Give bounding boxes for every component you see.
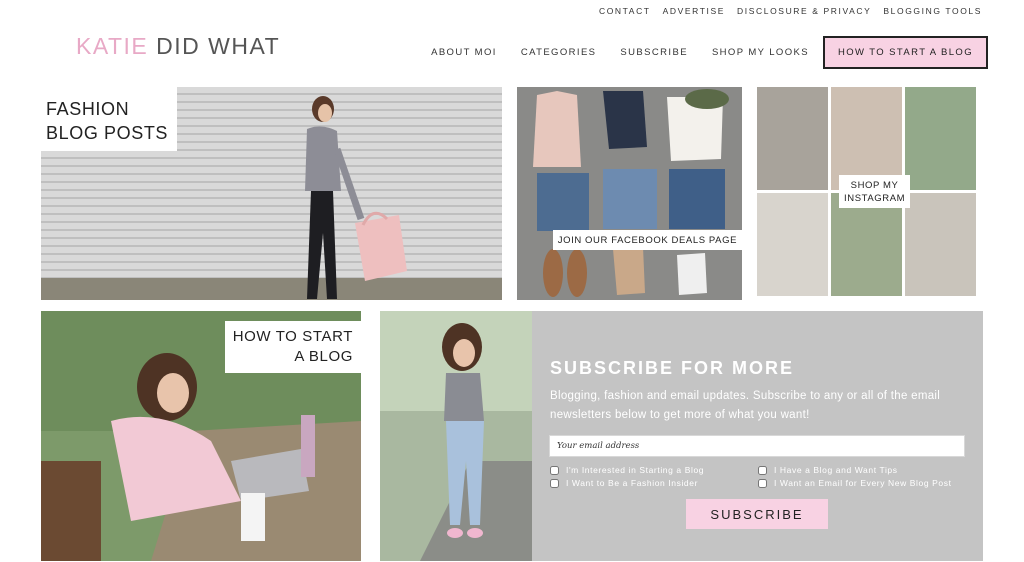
subscribe-button[interactable]: SUBSCRIBE [686, 499, 828, 529]
option-starting-blog[interactable]: I'm Interested in Starting a Blog [550, 465, 758, 475]
shop-my-instagram-tile[interactable]: SHOP MY INSTAGRAM [757, 87, 980, 300]
how-to-start-a-blog-tile[interactable]: HOW TO START A BLOG [41, 311, 361, 561]
fashion-blog-posts-tile[interactable]: FASHION BLOG POSTS [41, 87, 502, 300]
nav-categories[interactable]: CATEGORIES [521, 47, 597, 58]
instagram-photo [905, 87, 976, 190]
instagram-label-line1: SHOP MY [850, 180, 899, 191]
main-nav: ABOUT MOI CATEGORIES SUBSCRIBE SHOP MY L… [407, 36, 988, 69]
instagram-photo [831, 193, 902, 296]
option-fashion-insider-label: I Want to Be a Fashion Insider [566, 478, 699, 488]
how-to-start-a-blog-button[interactable]: HOW TO START A BLOG [822, 36, 988, 69]
blogging-tools-link[interactable]: BLOGGING TOOLS [883, 6, 982, 16]
subscribe-description: Blogging, fashion and email updates. Sub… [550, 390, 941, 421]
nav-about-moi[interactable]: ABOUT MOI [431, 47, 497, 58]
logo-text-katie: KATIE [76, 33, 149, 59]
instagram-photo [905, 193, 976, 296]
option-every-post-label: I Want an Email for Every New Blog Post [774, 478, 952, 488]
logo-text-did-what: DID WHAT [156, 33, 281, 59]
woman-walking-photo [305, 96, 407, 299]
woman-standing-photo [380, 311, 532, 561]
shop-my-instagram-label: SHOP MY INSTAGRAM [839, 175, 911, 208]
instagram-photo [757, 87, 828, 190]
subscribe-panel: SUBSCRIBE FOR MORE Blogging, fashion and… [532, 311, 983, 561]
blog-label-line1: HOW TO START [232, 328, 353, 345]
option-blog-tips-checkbox[interactable] [758, 465, 767, 475]
blog-label-line2: A BLOG [294, 348, 353, 365]
how-to-start-a-blog-label: HOW TO START A BLOG [224, 321, 361, 373]
option-blog-tips[interactable]: I Have a Blog and Want Tips [758, 465, 968, 475]
option-blog-tips-label: I Have a Blog and Want Tips [774, 465, 898, 475]
utility-nav: CONTACT ADVERTISE DISCLOSURE & PRIVACY B… [599, 6, 982, 16]
facebook-deals-label: JOIN OUR FACEBOOK DEALS PAGE [552, 230, 742, 250]
nav-shop-my-looks[interactable]: SHOP MY LOOKS [712, 47, 809, 58]
woman-portrait-photo [380, 311, 532, 561]
instagram-photo [757, 193, 828, 296]
fashion-label-line2: BLOG POSTS [46, 123, 169, 143]
option-every-post-checkbox[interactable] [758, 478, 767, 488]
option-starting-blog-label: I'm Interested in Starting a Blog [566, 465, 705, 475]
fashion-label-line1: FASHION [46, 99, 130, 119]
advertise-link[interactable]: ADVERTISE [663, 6, 725, 16]
newsletter-options: I'm Interested in Starting a Blog I Have… [550, 465, 970, 488]
option-starting-blog-checkbox[interactable] [550, 465, 559, 475]
option-fashion-insider-checkbox[interactable] [550, 478, 559, 488]
option-every-post[interactable]: I Want an Email for Every New Blog Post [758, 478, 968, 488]
subscribe-title: SUBSCRIBE FOR MORE [550, 358, 795, 378]
option-fashion-insider[interactable]: I Want to Be a Fashion Insider [550, 478, 758, 488]
instagram-label-line2: INSTAGRAM [844, 193, 906, 204]
disclosure-privacy-link[interactable]: DISCLOSURE & PRIVACY [737, 6, 871, 16]
fashion-blog-posts-label: FASHION BLOG POSTS [41, 87, 178, 151]
facebook-deals-tile[interactable]: JOIN OUR FACEBOOK DEALS PAGE [517, 87, 742, 300]
contact-link[interactable]: CONTACT [599, 6, 651, 16]
email-field[interactable] [549, 435, 965, 457]
sidewalk-ground [41, 278, 502, 300]
site-logo[interactable]: KATIE DID WHAT [76, 33, 280, 60]
nav-subscribe[interactable]: SUBSCRIBE [620, 47, 688, 58]
flatlay-clothes-photo [533, 89, 729, 297]
